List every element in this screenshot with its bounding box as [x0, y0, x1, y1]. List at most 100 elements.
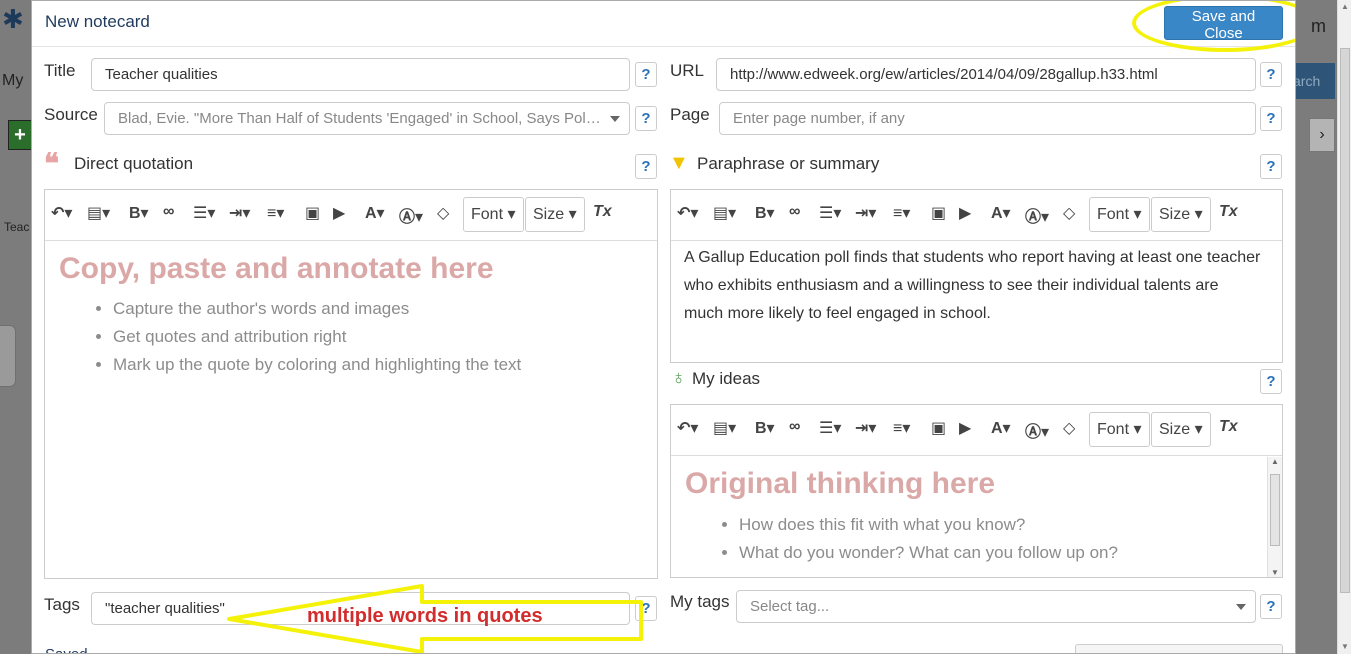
- scroll-up-icon[interactable]: ▲: [1338, 0, 1351, 14]
- scroll-down-icon[interactable]: ▼: [1338, 640, 1351, 654]
- background-add-icon: +: [8, 120, 32, 150]
- my-tags-help-icon[interactable]: ?: [1260, 594, 1282, 619]
- link-icon[interactable]: ∞: [163, 203, 174, 221]
- align-icon[interactable]: ≡▾: [893, 203, 910, 223]
- quotation-hint-title: Copy, paste and annotate here: [59, 252, 494, 285]
- ideas-editor-toolbar: ↶▾ ▤▾ B▾ ∞ ☰▾ ⇥▾ ≡▾ ▣ ▶ A▾ Ⓐ▾ ◇ Font ▾ S…: [671, 405, 1282, 456]
- youtube-icon[interactable]: ▶: [959, 418, 971, 438]
- funnel-icon: ▼: [669, 152, 689, 174]
- image-icon[interactable]: ▣: [931, 418, 946, 438]
- indent-icon[interactable]: ⇥▾: [229, 203, 250, 223]
- dropdown-caret-icon: [1236, 604, 1246, 610]
- align-icon[interactable]: ≡▾: [893, 418, 910, 438]
- background-color-icon[interactable]: Ⓐ▾: [1025, 203, 1049, 227]
- tags-help-icon[interactable]: ?: [635, 596, 657, 621]
- url-input[interactable]: http://www.edweek.org/ew/articles/2014/0…: [716, 58, 1256, 91]
- quotation-help-icon[interactable]: ?: [635, 154, 657, 179]
- numbered-list-icon[interactable]: ☰▾: [819, 203, 841, 223]
- paste-icon[interactable]: ▤▾: [713, 418, 736, 438]
- title-input[interactable]: Teacher qualities: [91, 58, 630, 91]
- title-help-icon[interactable]: ?: [635, 62, 657, 87]
- font-dropdown[interactable]: Font ▾: [463, 197, 524, 232]
- paste-icon[interactable]: ▤▾: [87, 203, 110, 223]
- paraphrase-editor-body[interactable]: A Gallup Education poll finds that stude…: [671, 242, 1282, 362]
- quotation-editor[interactable]: ↶▾ ▤▾ B▾ ∞ ☰▾ ⇥▾ ≡▾ ▣ ▶ A▾ Ⓐ▾ ◇ Font ▾ S…: [44, 189, 658, 579]
- link-icon[interactable]: ∞: [789, 418, 800, 436]
- image-icon[interactable]: ▣: [305, 203, 320, 223]
- youtube-icon[interactable]: ▶: [333, 203, 345, 223]
- page-scrollbar[interactable]: ▲ ▼: [1337, 0, 1351, 654]
- image-icon[interactable]: ▣: [931, 203, 946, 223]
- source-select[interactable]: Blad, Evie. "More Than Half of Students …: [104, 102, 630, 135]
- ideas-editor-scrollbar[interactable]: ▲ ▼: [1267, 457, 1282, 577]
- annotation-arrow-text: multiple words in quotes: [307, 605, 543, 627]
- size-dropdown[interactable]: Size ▾: [525, 197, 585, 232]
- save-and-close-button[interactable]: Save and Close: [1164, 6, 1283, 42]
- save-status: Saved: [45, 646, 88, 653]
- lightbulb-icon: ♁: [671, 367, 686, 389]
- scroll-down-icon[interactable]: ▼: [1268, 568, 1282, 577]
- source-code-icon[interactable]: ◇: [437, 203, 449, 223]
- quotation-editor-body[interactable]: Copy, paste and annotate here Capture th…: [45, 242, 657, 578]
- source-code-icon[interactable]: ◇: [1063, 418, 1075, 438]
- clear-format-icon[interactable]: Tx: [1219, 418, 1238, 436]
- text-color-icon[interactable]: A▾: [991, 418, 1011, 438]
- my-tags-placeholder: Select tag...: [750, 598, 830, 615]
- text-color-icon[interactable]: A▾: [991, 203, 1011, 223]
- bold-icon[interactable]: B▾: [755, 203, 775, 223]
- source-code-icon[interactable]: ◇: [1063, 203, 1075, 223]
- font-dropdown-label: Font: [1097, 206, 1130, 223]
- font-dropdown-label: Font: [471, 206, 504, 223]
- url-help-icon[interactable]: ?: [1260, 62, 1282, 87]
- paraphrase-help-icon[interactable]: ?: [1260, 154, 1282, 179]
- quotation-hint-item: Capture the author's words and images: [113, 295, 521, 323]
- align-icon[interactable]: ≡▾: [267, 203, 284, 223]
- undo-icon[interactable]: ↶▾: [677, 418, 698, 438]
- title-label: Title: [44, 61, 76, 80]
- numbered-list-icon[interactable]: ☰▾: [193, 203, 215, 223]
- undo-icon[interactable]: ↶▾: [51, 203, 72, 223]
- clear-format-icon[interactable]: Tx: [1219, 203, 1238, 221]
- background-color-icon[interactable]: Ⓐ▾: [399, 203, 423, 227]
- footer-button[interactable]: [1075, 644, 1283, 653]
- link-icon[interactable]: ∞: [789, 203, 800, 221]
- bold-icon[interactable]: B▾: [129, 203, 149, 223]
- paste-icon[interactable]: ▤▾: [713, 203, 736, 223]
- page-input[interactable]: Enter page number, if any: [719, 102, 1256, 135]
- background-color-icon[interactable]: Ⓐ▾: [1025, 418, 1049, 442]
- youtube-icon[interactable]: ▶: [959, 203, 971, 223]
- background-side-handle: [0, 325, 16, 387]
- font-dropdown[interactable]: Font ▾: [1089, 197, 1150, 232]
- paraphrase-editor[interactable]: ↶▾ ▤▾ B▾ ∞ ☰▾ ⇥▾ ≡▾ ▣ ▶ A▾ Ⓐ▾ ◇ Font ▾ S…: [670, 189, 1283, 363]
- indent-icon[interactable]: ⇥▾: [855, 418, 876, 438]
- notecard-modal: New notecard Save and Close Title Teache…: [31, 0, 1296, 654]
- bold-icon[interactable]: B▾: [755, 418, 775, 438]
- undo-icon[interactable]: ↶▾: [677, 203, 698, 223]
- size-dropdown[interactable]: Size ▾: [1151, 412, 1211, 447]
- page-scrollbar-thumb[interactable]: [1340, 48, 1350, 593]
- size-dropdown[interactable]: Size ▾: [1151, 197, 1211, 232]
- numbered-list-icon[interactable]: ☰▾: [819, 418, 841, 438]
- ideas-help-icon[interactable]: ?: [1260, 369, 1282, 394]
- indent-icon[interactable]: ⇥▾: [855, 203, 876, 223]
- my-tags-select[interactable]: Select tag...: [736, 590, 1256, 623]
- ideas-editor-scroll-thumb[interactable]: [1270, 474, 1280, 546]
- ideas-hint-list: How does this fit with what you know? Wh…: [721, 511, 1118, 567]
- font-dropdown-label: Font: [1097, 421, 1130, 438]
- clear-format-icon[interactable]: Tx: [593, 203, 612, 221]
- source-help-icon[interactable]: ?: [635, 106, 657, 131]
- ideas-editor[interactable]: ↶▾ ▤▾ B▾ ∞ ☰▾ ⇥▾ ≡▾ ▣ ▶ A▾ Ⓐ▾ ◇ Font ▾ S…: [670, 404, 1283, 578]
- scroll-up-icon[interactable]: ▲: [1268, 457, 1282, 466]
- page-help-icon[interactable]: ?: [1260, 106, 1282, 131]
- font-dropdown[interactable]: Font ▾: [1089, 412, 1150, 447]
- modal-title: New notecard: [45, 12, 150, 31]
- quotation-hint-item: Mark up the quote by coloring and highli…: [113, 351, 521, 379]
- paraphrase-text: A Gallup Education poll finds that stude…: [684, 249, 1261, 322]
- text-color-icon[interactable]: A▾: [365, 203, 385, 223]
- paraphrase-editor-toolbar: ↶▾ ▤▾ B▾ ∞ ☰▾ ⇥▾ ≡▾ ▣ ▶ A▾ Ⓐ▾ ◇ Font ▾ S…: [671, 190, 1282, 241]
- source-select-value: Blad, Evie. "More Than Half of Students …: [118, 110, 601, 127]
- page-label: Page: [670, 105, 710, 124]
- ideas-editor-body[interactable]: Original thinking here How does this fit…: [671, 457, 1282, 577]
- source-label: Source: [44, 105, 98, 124]
- ideas-hint-item: How does this fit with what you know?: [739, 511, 1118, 539]
